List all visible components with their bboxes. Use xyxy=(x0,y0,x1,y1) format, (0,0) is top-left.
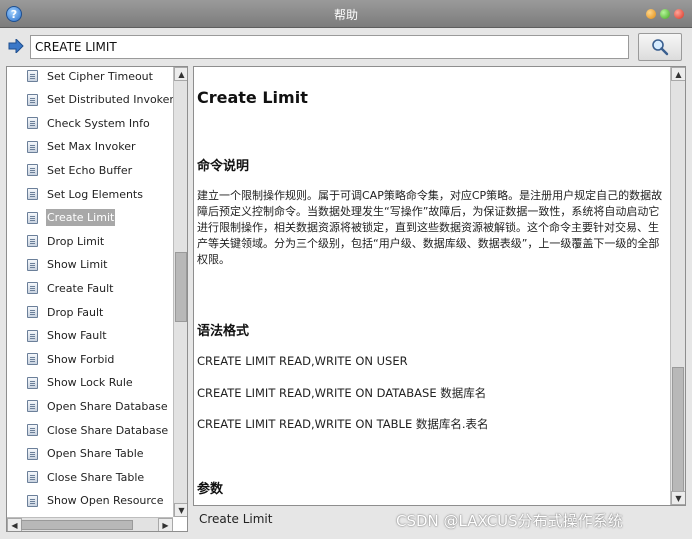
section-syntax-heading: 语法格式 xyxy=(197,324,250,339)
document-icon xyxy=(27,447,38,460)
search-input[interactable] xyxy=(30,35,629,59)
document-icon xyxy=(27,211,38,224)
tree-item-label: Set Log Elements xyxy=(47,187,143,201)
tree-item-label: Drop Limit xyxy=(47,234,105,248)
document-icon xyxy=(27,353,38,366)
tree-item[interactable]: Show Forbid xyxy=(27,349,115,369)
tree-vertical-scroll-thumb[interactable] xyxy=(175,252,187,322)
tree-item[interactable]: Set Distributed Invoker Ti xyxy=(27,90,173,110)
tree-item[interactable]: Open Share Table xyxy=(27,444,145,464)
tree-item-label: Show Forbid xyxy=(47,352,115,366)
tree-item[interactable]: Set Echo Buffer xyxy=(27,160,133,180)
tree-item-label: Show Limit xyxy=(47,258,108,272)
tree-item-label: Show Lock Rule xyxy=(47,376,133,390)
help-document: Create Limit 命令说明 建立一个限制操作规则。属于可调CAP策略命令… xyxy=(194,67,670,505)
tree-item-label: Close Share Database xyxy=(47,423,169,437)
scroll-up-arrow-icon[interactable]: ▲ xyxy=(671,67,685,81)
tree-item[interactable]: Set Log Elements xyxy=(27,184,144,204)
help-content-panel: Create Limit 命令说明 建立一个限制操作规则。属于可调CAP策略命令… xyxy=(193,66,686,506)
tree-item-label: Create Limit xyxy=(46,209,116,227)
tree-item-label: Close Share Table xyxy=(47,470,145,484)
tree-item[interactable]: Create Fault xyxy=(27,278,114,298)
document-icon xyxy=(27,282,38,295)
tree-item[interactable]: Drop Limit xyxy=(27,231,105,251)
document-icon xyxy=(27,376,38,389)
tree-item[interactable]: Drop Fault xyxy=(27,302,104,322)
title-bar: ? 帮助 xyxy=(0,0,692,28)
tree-item[interactable]: Close Share Database xyxy=(27,420,169,440)
tree-item-label: Set Echo Buffer xyxy=(47,163,133,177)
document-icon xyxy=(27,400,38,413)
document-icon xyxy=(27,258,38,271)
document-icon xyxy=(27,117,38,130)
document-icon xyxy=(27,140,38,153)
tree-item[interactable]: Show Limit xyxy=(27,255,108,275)
scroll-left-arrow-icon[interactable]: ◀ xyxy=(7,518,22,531)
arrow-right-icon[interactable] xyxy=(8,39,24,53)
tree-item[interactable]: Show Fault xyxy=(27,326,108,346)
scroll-down-arrow-icon[interactable]: ▼ xyxy=(671,491,685,505)
doc-title: Create Limit xyxy=(197,88,308,107)
magnifier-icon xyxy=(652,39,669,56)
tree-item[interactable]: Open Share Database xyxy=(27,396,169,416)
minimize-button[interactable] xyxy=(646,9,656,19)
section-params-heading: 参数 xyxy=(197,482,224,497)
section-description-heading: 命令说明 xyxy=(197,159,250,174)
tree-item-label: Create Fault xyxy=(47,281,114,295)
tree-item[interactable]: Set Cipher Timeout xyxy=(27,67,154,86)
tree-item-label: Open Share Database xyxy=(47,399,168,413)
scroll-right-arrow-icon[interactable]: ▶ xyxy=(158,518,173,531)
tree-horizontal-scrollbar[interactable]: ◀ ▶ xyxy=(7,517,173,531)
tree-item-label: Drop Fault xyxy=(47,305,104,319)
tree-item-label: Show Open Resource xyxy=(47,494,164,508)
syntax-line: CREATE LIMIT READ,WRITE ON TABLE 数据库名.表名 xyxy=(197,417,489,431)
syntax-line: CREATE LIMIT READ,WRITE ON USER xyxy=(197,354,408,368)
tree-item[interactable]: Show Open Resource xyxy=(27,491,165,511)
tree-item-label: Set Distributed Invoker Ti xyxy=(47,93,173,107)
close-button[interactable] xyxy=(674,9,684,19)
document-icon xyxy=(27,93,38,106)
description-text: 建立一个限制操作规则。属于可调CAP策略命令集，对应CP策略。是注册用户规定自己… xyxy=(197,189,663,266)
tree-horizontal-scroll-thumb[interactable] xyxy=(21,520,133,530)
tree-item-label: Open Share Table xyxy=(47,447,144,461)
document-icon xyxy=(27,306,38,318)
search-row xyxy=(0,28,692,66)
syntax-line: CREATE LIMIT READ,WRITE ON DATABASE 数据库名 xyxy=(197,386,487,400)
search-button[interactable] xyxy=(638,33,682,61)
document-icon xyxy=(27,471,38,484)
tree-item[interactable]: Set Max Invoker xyxy=(27,137,137,157)
watermark-text: CSDN @LAXCUS分布式操作系统 xyxy=(396,512,623,530)
status-label: Create Limit xyxy=(199,512,273,526)
document-icon xyxy=(27,235,38,248)
content-vertical-scroll-thumb[interactable] xyxy=(672,367,684,492)
document-icon xyxy=(27,494,38,507)
tree-item-label: Show Fault xyxy=(47,329,107,343)
tree-item-label: Set Cipher Timeout xyxy=(47,69,153,83)
document-icon xyxy=(27,188,38,200)
document-icon xyxy=(27,329,38,342)
tree-vertical-scrollbar[interactable]: ▲ ▼ xyxy=(173,67,187,517)
tree-item[interactable]: Show Lock Rule xyxy=(27,373,134,393)
tree-item[interactable]: Create Limit xyxy=(27,208,116,228)
scroll-down-arrow-icon[interactable]: ▼ xyxy=(174,503,187,517)
topic-tree: Set Cipher Timeout Set Distributed Invoke… xyxy=(7,67,173,517)
tree-item-label: Check System Info xyxy=(47,116,150,130)
window-title: 帮助 xyxy=(333,8,358,22)
document-icon xyxy=(27,70,38,82)
tree-item-label: Set Max Invoker xyxy=(47,140,136,154)
topic-tree-panel: Set Cipher Timeout Set Distributed Invoke… xyxy=(6,66,188,532)
scroll-up-arrow-icon[interactable]: ▲ xyxy=(174,67,187,81)
tree-item[interactable]: Close Share Table xyxy=(27,467,145,487)
tree-item[interactable]: Check System Info xyxy=(27,113,151,133)
document-icon xyxy=(27,424,38,436)
document-icon xyxy=(27,164,38,177)
maximize-button[interactable] xyxy=(660,9,670,19)
content-vertical-scrollbar[interactable]: ▲ ▼ xyxy=(670,67,685,505)
